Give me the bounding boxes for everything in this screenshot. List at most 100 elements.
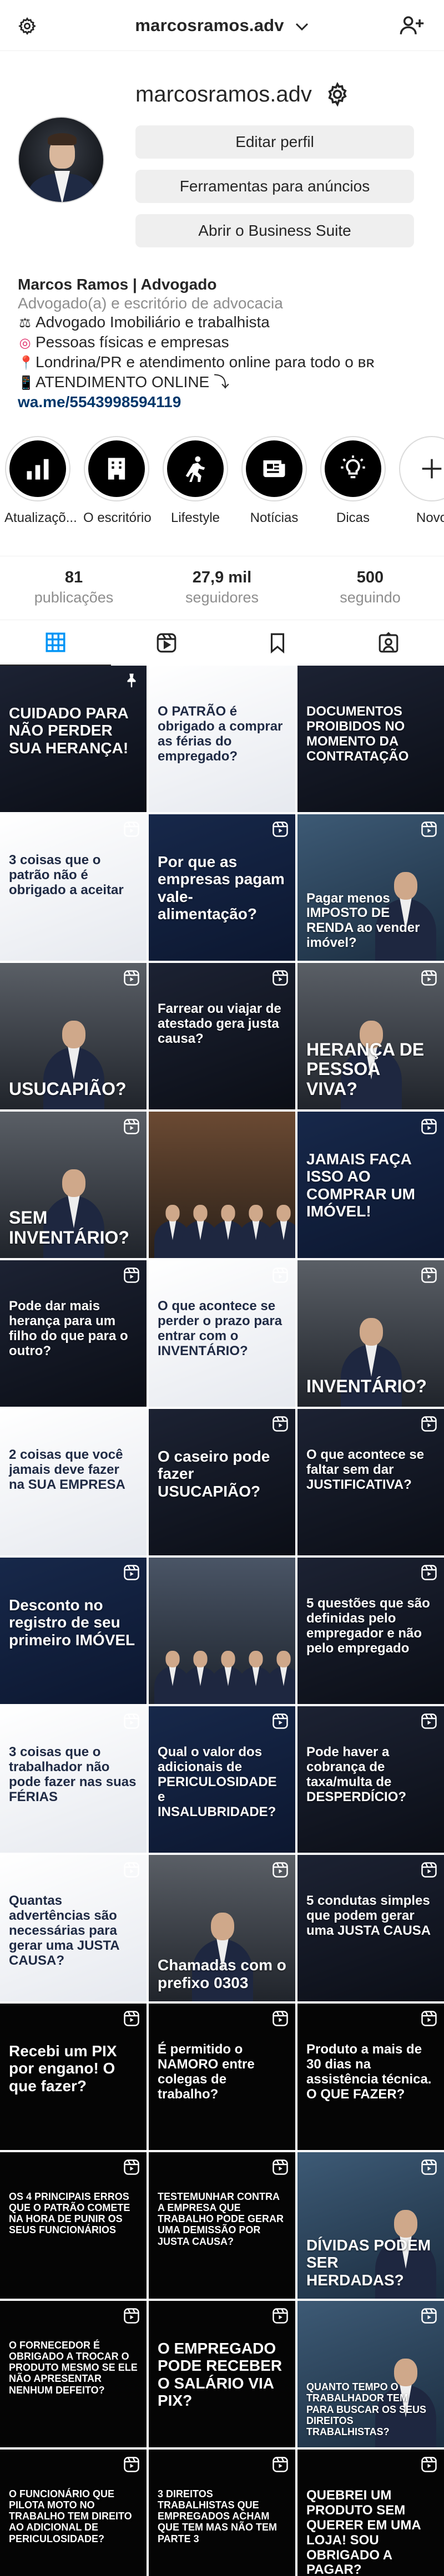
- post-caption: O caseiro pode fazer USUCAPIÃO?: [158, 1448, 270, 1500]
- profile-username: marcosramos.adv: [135, 82, 312, 107]
- post-caption: USUCAPIÃO?: [9, 1079, 127, 1099]
- reel-icon: [124, 2457, 139, 2472]
- post-tile[interactable]: 5 questões que são definidas pelo empreg…: [297, 1558, 444, 1704]
- post-tile[interactable]: O caseiro pode fazer USUCAPIÃO?: [149, 1409, 295, 1555]
- post-tile[interactable]: Pode haver a cobrança de taxa/multa de D…: [297, 1706, 444, 1853]
- post-tile[interactable]: CUIDADO PARA NÃO PERDER SUA HERANÇA!: [0, 666, 147, 812]
- reel-icon: [124, 1267, 139, 1283]
- lightbulb-icon: [341, 455, 365, 479]
- post-caption: Por que as empresas pagam vale-alimentaç…: [158, 853, 285, 923]
- stat-following[interactable]: 500 seguindo: [296, 569, 444, 606]
- stat-followers[interactable]: 27,9 mil seguidores: [148, 569, 296, 606]
- highlight-item[interactable]: Notícias: [241, 436, 307, 526]
- highlight-item[interactable]: Lifestyle: [162, 436, 229, 526]
- tab-reels[interactable]: [111, 620, 222, 666]
- post-tile[interactable]: É permitido o NAMORO entre colegas de tr…: [149, 2004, 295, 2150]
- highlight-new[interactable]: Novo: [398, 436, 444, 526]
- post-tile[interactable]: TESTEMUNHAR CONTRA A EMPRESA QUE TRABALH…: [149, 2152, 295, 2299]
- profile-stats: 81 publicações 27,9 mil seguidores 500 s…: [0, 556, 444, 620]
- post-photo-person: [265, 1647, 295, 1704]
- stat-posts[interactable]: 81 publicações: [0, 569, 148, 606]
- plus-icon: [422, 459, 442, 479]
- post-tile[interactable]: QUEBREI UM PRODUTO SEM QUERER EM UMA LOJ…: [297, 2450, 444, 2576]
- post-caption: O que acontece se faltar sem dar JUSTIFI…: [306, 1447, 425, 1492]
- post-tile[interactable]: Pode dar mais herança para um filho do q…: [0, 1260, 147, 1407]
- post-tile[interactable]: INVENTÁRIO?: [297, 1260, 444, 1407]
- post-tile[interactable]: 3 coisas que o patrão não é obrigado a a…: [0, 814, 147, 961]
- post-tile[interactable]: Desconto no registro de seu primeiro IMÓ…: [0, 1558, 147, 1704]
- highlight-label: Dicas: [336, 510, 370, 525]
- ad-tools-button[interactable]: Ferramentas para anúncios: [135, 170, 414, 203]
- tab-grid[interactable]: [0, 620, 111, 666]
- post-tile[interactable]: USUCAPIÃO?: [0, 963, 147, 1109]
- post-tile[interactable]: O que acontece se faltar sem dar JUSTIFI…: [297, 1409, 444, 1555]
- post-tile[interactable]: Pagar menos IMPOSTO DE RENDA ao vender i…: [297, 814, 444, 961]
- post-tile[interactable]: O que acontece se perder o prazo para en…: [149, 1260, 295, 1407]
- post-tile[interactable]: O FORNECEDOR É OBRIGADO A TROCAR O PRODU…: [0, 2301, 147, 2447]
- reel-icon: [124, 1862, 139, 1878]
- post-tile[interactable]: O EMPREGADO PODE RECEBER O SALÁRIO VIA P…: [149, 2301, 295, 2447]
- post-caption: O que acontece se perder o prazo para en…: [158, 1299, 282, 1358]
- reel-icon: [273, 2457, 288, 2472]
- tagged-icon: [379, 632, 398, 653]
- post-tile[interactable]: JAMAIS FAÇA ISSO AO COMPRAR UM IMÓVEL!: [297, 1112, 444, 1258]
- post-tile[interactable]: Recebi um PIX por engano! O que fazer?: [0, 2004, 147, 2150]
- reel-icon: [421, 2159, 437, 2175]
- reel-icon: [421, 822, 437, 837]
- post-caption: Qual o valor dos adicionais de PERICULOS…: [158, 1745, 277, 1819]
- post-tile[interactable]: 3 DIREITOS TRABALHISTAS QUE EMPREGADOS A…: [149, 2450, 295, 2576]
- post-tile[interactable]: 2 coisas que você jamais deve fazer na S…: [0, 1409, 147, 1555]
- post-tile[interactable]: Produto a mais de 30 dias na assistência…: [297, 2004, 444, 2150]
- reel-icon: [421, 1862, 437, 1878]
- profile-name-row: marcosramos.adv: [135, 78, 350, 111]
- post-tile[interactable]: HERANÇA DE PESSOA VIVA?: [297, 963, 444, 1109]
- highlight-item[interactable]: Atualizaçõ...: [4, 436, 77, 526]
- reel-icon: [273, 1713, 288, 1729]
- reel-icon: [421, 2457, 437, 2472]
- post-tile[interactable]: O PATRÃO é obrigado a comprar as férias …: [149, 666, 295, 812]
- post-tile[interactable]: [149, 1112, 295, 1258]
- bookmark-icon: [270, 633, 285, 654]
- post-caption: Produto a mais de 30 dias na assistência…: [306, 2042, 432, 2102]
- post-tile[interactable]: QUANTO TEMPO O TRABALHADOR TEM PARA BUSC…: [297, 2301, 444, 2447]
- edit-profile-button[interactable]: Editar perfil: [135, 125, 414, 159]
- post-tile[interactable]: 5 condutas simples que podem gerar uma J…: [297, 1855, 444, 2001]
- post-tile[interactable]: O FUNCIONÁRIO QUE PILOTA MOTO NO TRABALH…: [0, 2450, 147, 2576]
- bio-line: 📍Londrina/PR e atendimento online para t…: [18, 353, 428, 373]
- avatar[interactable]: [18, 116, 104, 203]
- gear-icon[interactable]: [325, 82, 350, 107]
- post-caption: SEM INVENTÁRIO?: [9, 1208, 129, 1248]
- highlight-item[interactable]: Dicas: [320, 436, 386, 526]
- reel-icon: [273, 1416, 288, 1432]
- highlight-item[interactable]: O escritório: [83, 436, 152, 526]
- post-tile[interactable]: [149, 1558, 295, 1704]
- post-tile[interactable]: Quantas advertências são necessárias par…: [0, 1855, 147, 2001]
- post-tile[interactable]: Por que as empresas pagam vale-alimentaç…: [149, 814, 295, 961]
- reel-icon: [124, 2011, 139, 2026]
- post-tile[interactable]: Qual o valor dos adicionais de PERICULOS…: [149, 1706, 295, 1853]
- post-tile[interactable]: 3 coisas que o trabalhador não pode faze…: [0, 1706, 147, 1853]
- post-tile[interactable]: Chamadas com o prefixo 0303: [149, 1855, 295, 2001]
- tab-tagged[interactable]: [333, 620, 444, 666]
- post-caption: É permitido o NAMORO entre colegas de tr…: [158, 2042, 255, 2102]
- runner-icon: [185, 456, 205, 482]
- bio-link[interactable]: wa.me/5543998594119: [18, 393, 428, 412]
- post-tile[interactable]: DOCUMENTOS PROIBIDOS NO MOMENTO DA CONTR…: [297, 666, 444, 812]
- add-user-icon[interactable]: [400, 14, 424, 37]
- reel-icon: [124, 1713, 139, 1729]
- phone-icon: 📱: [18, 376, 34, 391]
- post-tile[interactable]: Farrear ou viajar de atestado gera justa…: [149, 963, 295, 1109]
- post-caption: Pagar menos IMPOSTO DE RENDA ao vender i…: [306, 890, 420, 951]
- reel-icon: [124, 2159, 139, 2175]
- post-tile[interactable]: DÍVIDAS PODEM SER HERDADAS?: [297, 2152, 444, 2299]
- business-suite-button[interactable]: Abrir o Business Suite: [135, 214, 414, 247]
- profile-tabs: [0, 620, 444, 666]
- post-tile[interactable]: OS 4 PRINCIPAIS ERROS QUE O PATRÃO COMET…: [0, 2152, 147, 2299]
- tab-saved[interactable]: [222, 620, 333, 666]
- post-caption: QUEBREI UM PRODUTO SEM QUERER EM UMA LOJ…: [306, 2488, 421, 2576]
- account-switcher[interactable]: marcosramos.adv: [0, 16, 444, 36]
- highlight-label: Lifestyle: [170, 510, 220, 525]
- reel-icon: [273, 2308, 288, 2324]
- post-caption: 3 coisas que o patrão não é obrigado a a…: [9, 853, 124, 897]
- post-tile[interactable]: SEM INVENTÁRIO?: [0, 1112, 147, 1258]
